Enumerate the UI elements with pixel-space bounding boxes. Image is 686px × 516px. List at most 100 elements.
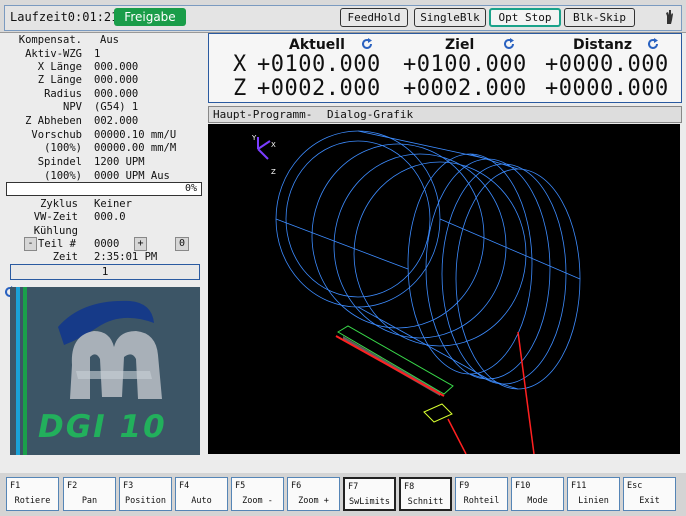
x-actual: +0100.000 bbox=[257, 52, 381, 77]
z-length-label: Z Länge bbox=[37, 74, 82, 86]
fkey-label: Zoom + bbox=[298, 496, 329, 506]
header-target: Ziel bbox=[445, 37, 475, 53]
target-refresh-icon[interactable] bbox=[503, 38, 515, 50]
feed-override-label: (100%) bbox=[44, 142, 82, 154]
fkey-esc[interactable]: Esc Exit bbox=[623, 477, 676, 511]
comp-value: Aus bbox=[100, 34, 119, 46]
fkey-label: Exit bbox=[639, 496, 660, 506]
tab-dialog-graphic[interactable]: Dialog-Grafik bbox=[327, 107, 413, 122]
fkey-f2[interactable]: F2 Pan bbox=[63, 477, 116, 511]
opt-stop-button[interactable]: Opt Stop bbox=[489, 8, 561, 27]
fkey-code: F1 bbox=[10, 481, 21, 491]
npv-value: (G54) 1 bbox=[94, 101, 139, 113]
fkey-label: Position bbox=[125, 496, 166, 506]
time-value: 2:35:01 PM bbox=[94, 251, 158, 263]
progress-bar: 0% bbox=[6, 182, 202, 196]
enable-indicator[interactable]: Freigabe bbox=[114, 8, 186, 26]
x-axis-label: X bbox=[233, 52, 247, 77]
x-length-label: X Länge bbox=[37, 61, 82, 73]
dwell-value: 000.0 bbox=[94, 211, 126, 223]
feed-value: 00000.10 mm/U bbox=[94, 129, 177, 141]
fkey-f3[interactable]: F3 Position bbox=[119, 477, 172, 511]
cycle-value: Keiner bbox=[94, 198, 132, 210]
feed-label: Vorschub bbox=[31, 129, 82, 141]
block-number: 1 bbox=[10, 264, 200, 280]
radius-label: Radius bbox=[44, 88, 82, 100]
part-plus-button[interactable]: + bbox=[134, 237, 147, 251]
fkey-f7[interactable]: F7 SwLimits bbox=[343, 477, 396, 511]
runtime-value: 0:01:21 bbox=[67, 10, 119, 24]
fkey-f11[interactable]: F11 Linien bbox=[567, 477, 620, 511]
distance-refresh-icon[interactable] bbox=[647, 38, 659, 50]
fkey-f8[interactable]: F8 Schnitt bbox=[399, 477, 452, 511]
fkey-label: Pan bbox=[81, 496, 98, 506]
fkey-code: F7 bbox=[348, 482, 359, 492]
cycle-label: Zyklus bbox=[40, 198, 78, 210]
x-target: +0100.000 bbox=[403, 52, 527, 77]
axis-y-label: Y bbox=[251, 134, 257, 142]
fkey-f1[interactable]: F1 Rotiere bbox=[6, 477, 59, 511]
logo-text: DGI 10 bbox=[38, 409, 167, 445]
radius-value: 000.000 bbox=[94, 88, 139, 100]
part-count[interactable]: 0 bbox=[175, 237, 189, 251]
single-block-button[interactable]: SingleBlk bbox=[414, 8, 486, 27]
block-skip-button[interactable]: Blk-Skip bbox=[564, 8, 635, 27]
wireframe-view: Y X Z bbox=[251, 130, 581, 455]
fkey-code: F2 bbox=[67, 481, 78, 491]
fkey-f6[interactable]: F6 Zoom + bbox=[287, 477, 340, 511]
npv-label: NPV bbox=[63, 101, 82, 113]
z-retract-label: Z Abheben bbox=[25, 115, 82, 127]
part-minus-button[interactable]: - bbox=[24, 237, 37, 251]
z-distance: +0000.000 bbox=[545, 76, 669, 101]
fkey-label: Rohteil bbox=[463, 496, 500, 506]
fkey-f5[interactable]: F5 Zoom - bbox=[231, 477, 284, 511]
fkey-f9[interactable]: F9 Rohteil bbox=[455, 477, 508, 511]
z-axis-label: Z bbox=[233, 76, 247, 101]
part-value: 0000 bbox=[94, 238, 120, 250]
fkey-f10[interactable]: F10 Mode bbox=[511, 477, 564, 511]
fkey-code: F11 bbox=[571, 481, 587, 491]
tab-main-program[interactable]: Haupt-Programm- bbox=[213, 107, 312, 122]
view-tabs: Haupt-Programm- Dialog-Grafik bbox=[208, 106, 682, 123]
machine-logo: DGI 10 bbox=[10, 287, 200, 455]
header-actual: Aktuell bbox=[289, 37, 345, 53]
fkey-label: Mode bbox=[527, 496, 548, 506]
toolpath-canvas[interactable]: Y X Z bbox=[208, 124, 680, 455]
feedhold-button[interactable]: FeedHold bbox=[340, 8, 408, 27]
fkey-code: Esc bbox=[627, 481, 643, 491]
feed-override-value: 00000.00 mm/M bbox=[94, 142, 177, 154]
fkey-f4[interactable]: F4 Auto bbox=[175, 477, 228, 511]
fkey-code: F4 bbox=[179, 481, 190, 491]
time-label: Zeit bbox=[52, 251, 78, 263]
fkey-label: Rotiere bbox=[14, 496, 51, 506]
z-target: +0002.000 bbox=[403, 76, 527, 101]
hand-icon bbox=[666, 10, 673, 24]
axis-z-label: Z bbox=[271, 168, 276, 176]
axis-x-label: X bbox=[271, 141, 276, 149]
actual-refresh-icon[interactable] bbox=[361, 38, 373, 50]
fkey-code: F3 bbox=[123, 481, 134, 491]
runtime-display: Laufzeit0:01:21 bbox=[10, 10, 118, 24]
spindle-value: 1200 UPM bbox=[94, 156, 145, 168]
x-length-value: 000.000 bbox=[94, 61, 139, 73]
dwell-label: VW-Zeit bbox=[33, 211, 78, 223]
z-actual: +0002.000 bbox=[257, 76, 381, 101]
fkey-label: Auto bbox=[191, 496, 212, 506]
runtime-label: Laufzeit bbox=[10, 10, 68, 24]
fkey-label: Schnitt bbox=[407, 497, 444, 507]
fkey-label: Zoom - bbox=[242, 496, 273, 506]
coolant-label: Kühlung bbox=[33, 225, 78, 237]
z-length-value: 000.000 bbox=[94, 74, 139, 86]
fkey-code: F5 bbox=[235, 481, 246, 491]
fkey-code: F6 bbox=[291, 481, 302, 491]
header-distance: Distanz bbox=[573, 37, 633, 53]
fkey-code: F8 bbox=[404, 482, 415, 492]
z-retract-value: 002.000 bbox=[94, 115, 139, 127]
x-distance: +0000.000 bbox=[545, 52, 669, 77]
part-label: Teil # bbox=[38, 238, 76, 250]
fkey-code: F10 bbox=[515, 481, 531, 491]
progress-text: 0% bbox=[184, 183, 197, 194]
coordinate-display: Aktuell Ziel Distanz X +0100.000 +0100.0… bbox=[208, 33, 682, 103]
spindle-label: Spindel bbox=[37, 156, 82, 168]
fkey-code: F9 bbox=[459, 481, 470, 491]
